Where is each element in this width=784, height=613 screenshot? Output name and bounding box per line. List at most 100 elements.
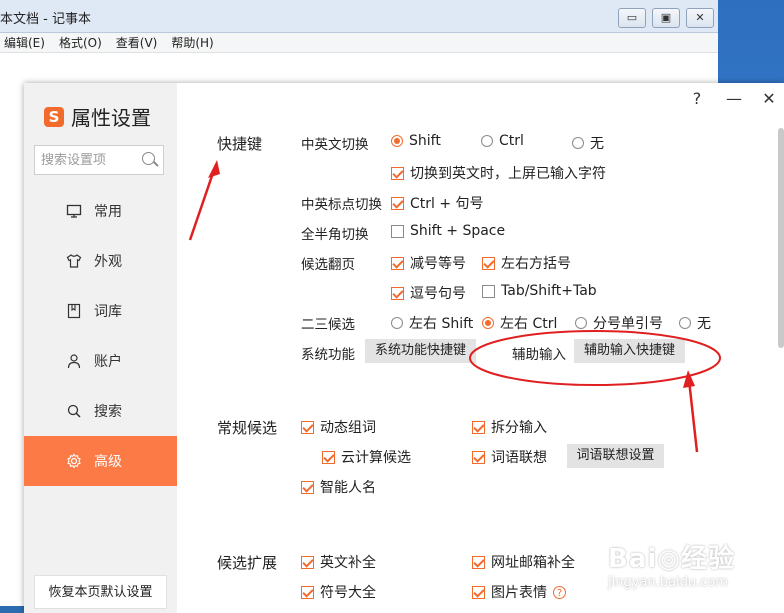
checkbox-checked-icon — [301, 585, 314, 599]
menu-format[interactable]: 格式(O) — [59, 33, 102, 52]
radio-ctrl[interactable]: Ctrl — [481, 133, 524, 149]
radio-icon — [481, 135, 493, 147]
monitor-icon — [66, 203, 82, 219]
radio-icon — [575, 317, 587, 329]
section-extension: 候选扩展 — [217, 554, 278, 572]
radio-icon — [679, 317, 691, 329]
assist-shortcut-button[interactable]: 辅助输入快捷键 — [574, 339, 686, 363]
option-label: Ctrl + 句号 — [410, 196, 484, 212]
notepad-maximize-button[interactable]: ▣ — [652, 8, 680, 28]
radio-semicolon-quote[interactable]: 分号单引号 — [575, 313, 663, 333]
page-turn-label: 候选翻页 — [301, 257, 355, 273]
emoji-checkbox[interactable]: 图片表情? — [472, 582, 566, 602]
option-label: Tab/Shift+Tab — [501, 283, 597, 299]
symbols-checkbox[interactable]: 符号大全 — [301, 582, 376, 602]
option-label: 词语联想 — [491, 450, 547, 466]
radio-left-right-shift[interactable]: 左右 Shift — [391, 313, 473, 333]
option-label: 无 — [697, 316, 711, 332]
option-label: 切换到英文时，上屏已输入字符 — [410, 166, 606, 182]
radio-none[interactable]: 无 — [572, 133, 604, 153]
punct-switch-checkbox[interactable]: Ctrl + 句号 — [391, 193, 484, 213]
checkbox-checked-icon — [391, 196, 404, 210]
checkbox-checked-icon — [391, 286, 404, 300]
section-candidates: 常规候选 — [217, 419, 278, 437]
association-settings-button[interactable]: 词语联想设置 — [567, 444, 664, 468]
system-shortcut-button[interactable]: 系统功能快捷键 — [365, 339, 477, 363]
minus-equal-checkbox[interactable]: 减号等号 — [391, 253, 466, 273]
option-label: 网址邮箱补全 — [491, 555, 575, 571]
radio-shift[interactable]: Shift — [391, 133, 441, 149]
option-label: Shift — [409, 133, 441, 149]
search-icon — [66, 403, 82, 419]
checkbox-icon — [391, 224, 404, 238]
user-icon — [66, 353, 82, 369]
sidebar-item-common[interactable]: 常用 — [24, 186, 177, 236]
notepad-minimize-button[interactable]: ▭ — [618, 8, 646, 28]
option-label: Ctrl — [499, 133, 524, 149]
option-label: 分号单引号 — [593, 316, 663, 332]
radio-left-right-ctrl[interactable]: 左右 Ctrl — [482, 313, 557, 333]
sidebar-item-account[interactable]: 账户 — [24, 336, 177, 386]
sidebar-item-label: 外观 — [94, 254, 122, 270]
checkbox-checked-icon — [391, 166, 404, 180]
checkbox-checked-icon — [391, 256, 404, 270]
search-input[interactable] — [39, 146, 143, 174]
fullhalf-checkbox[interactable]: Shift + Space — [391, 223, 505, 239]
search-icon[interactable] — [142, 152, 155, 165]
url-mail-checkbox[interactable]: 网址邮箱补全 — [472, 552, 575, 572]
menu-edit[interactable]: 编辑(E) — [4, 33, 45, 52]
restore-defaults-button[interactable]: 恢复本页默认设置 — [34, 575, 167, 609]
sidebar-item-appearance[interactable]: 外观 — [24, 236, 177, 286]
sidebar-item-label: 常用 — [94, 204, 122, 220]
checkbox-checked-icon — [482, 256, 495, 270]
english-complete-checkbox[interactable]: 英文补全 — [301, 552, 376, 572]
sidebar-item-label: 高级 — [94, 454, 122, 470]
sidebar-item-dictionary[interactable]: 词库 — [24, 286, 177, 336]
commit-chars-checkbox[interactable]: 切换到英文时，上屏已输入字符 — [391, 163, 606, 183]
dynamic-word-checkbox[interactable]: 动态组词 — [301, 417, 376, 437]
shirt-icon — [66, 253, 82, 269]
option-label: 左右 Ctrl — [500, 316, 558, 332]
radio-icon — [391, 317, 403, 329]
option-label: 云计算候选 — [341, 450, 411, 466]
menu-view[interactable]: 查看(V) — [116, 33, 158, 52]
settings-content: 快捷键 中英文切换 Shift Ctrl 无 切换到英文时，上屏已输入字符 中英… — [177, 83, 784, 613]
notepad-title: 本文档 - 记事本 — [0, 12, 91, 27]
checkbox-checked-icon — [472, 555, 485, 569]
tab-checkbox[interactable]: Tab/Shift+Tab — [482, 283, 597, 299]
cloud-candidate-checkbox[interactable]: 云计算候选 — [322, 447, 411, 467]
radio-none-2[interactable]: 无 — [679, 313, 711, 333]
help-icon[interactable]: ? — [553, 585, 566, 599]
section-shortcuts: 快捷键 — [217, 135, 263, 153]
checkbox-checked-icon — [472, 450, 485, 464]
option-label: 无 — [590, 136, 604, 152]
option-label: 符号大全 — [320, 585, 376, 601]
checkbox-checked-icon — [472, 585, 485, 599]
word-association-checkbox[interactable]: 词语联想 — [472, 447, 547, 467]
second-third-label: 二三候选 — [301, 317, 355, 333]
menu-help[interactable]: 帮助(H) — [171, 33, 213, 52]
sogou-logo-icon: S — [44, 106, 64, 127]
smart-name-checkbox[interactable]: 智能人名 — [301, 477, 376, 497]
comma-period-checkbox[interactable]: 逗号句号 — [391, 283, 466, 303]
scrollbar[interactable] — [778, 128, 784, 348]
sidebar: S 属性设置 常用 外观 词 — [24, 83, 177, 613]
notepad-close-button[interactable]: ✕ — [686, 8, 714, 28]
watermark: Bai◎经验 jingyan.baidu.com — [608, 538, 735, 590]
settings-search — [34, 145, 164, 175]
sidebar-item-search[interactable]: 搜索 — [24, 386, 177, 436]
cn-en-switch-label: 中英文切换 — [301, 137, 369, 153]
brackets-checkbox[interactable]: 左右方括号 — [482, 253, 571, 273]
checkbox-checked-icon — [322, 450, 335, 464]
option-label: 动态组词 — [320, 420, 376, 436]
split-input-checkbox[interactable]: 拆分输入 — [472, 417, 547, 437]
checkbox-checked-icon — [301, 480, 314, 494]
notepad-menubar: 编辑(E) 格式(O) 查看(V) 帮助(H) — [0, 33, 718, 53]
radio-icon — [572, 137, 584, 149]
sidebar-item-advanced[interactable]: 高级 — [24, 436, 177, 486]
notepad-titlebar: 本文档 - 记事本 ▭ ▣ ✕ — [0, 0, 718, 33]
option-label: 减号等号 — [410, 256, 466, 272]
option-label: 智能人名 — [320, 480, 376, 496]
sidebar-item-label: 词库 — [94, 304, 122, 320]
checkbox-checked-icon — [472, 420, 485, 434]
